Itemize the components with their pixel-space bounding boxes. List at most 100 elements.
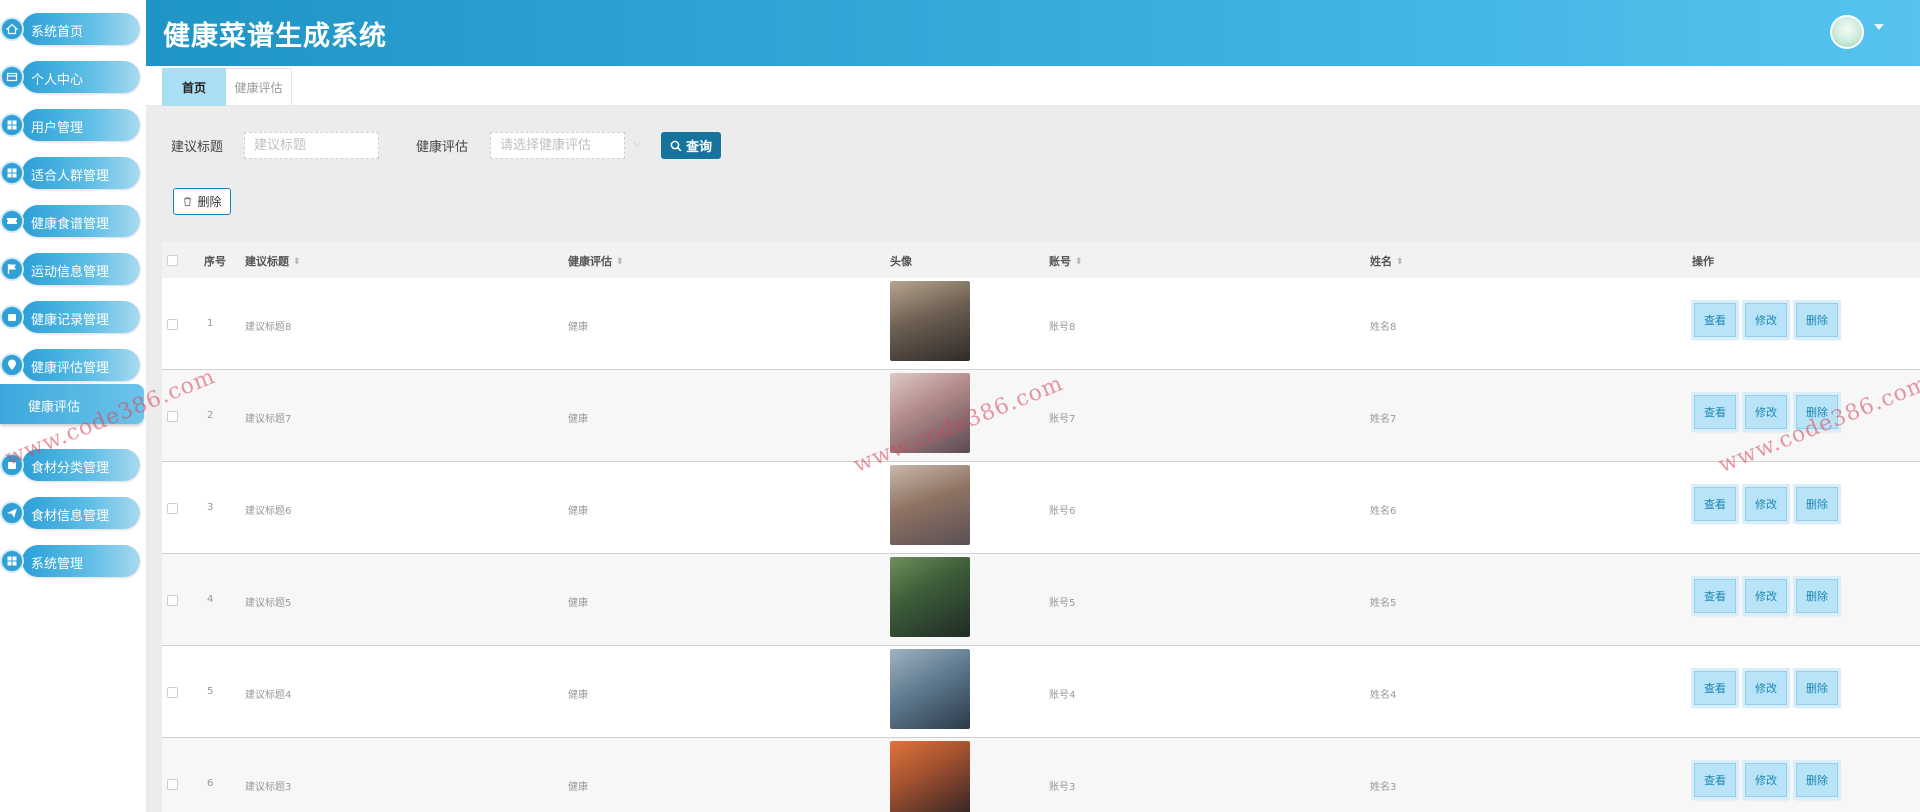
grid-icon [0,113,24,137]
ticket-icon [0,209,24,233]
sidebar-item-users[interactable]: 用户管理 [0,109,140,141]
data-table: 序号 建议标题 ⬍ 健康评估 ⬍ 头像 账号 ⬍ 姓名 ⬍ 操作 1 建议标题8 健康 … [162,242,1920,812]
trash-icon [184,197,192,207]
sort-icon[interactable]: ⬍ [616,257,624,267]
cell-index: 6 [207,778,214,789]
column-header-title-label: 建议标题 [245,255,289,268]
caret-down-icon[interactable] [1874,24,1884,30]
table-row: 6 建议标题3 健康 账号3 姓名3 查看 修改 删除 [162,738,1920,812]
sort-icon[interactable]: ⬍ [1396,257,1404,267]
view-button[interactable]: 查看 [1694,395,1736,429]
edit-button[interactable]: 修改 [1745,487,1787,521]
sidebar-subitem-label: 健康评估 [28,400,81,415]
sidebar-item-label: 食材信息管理 [31,509,110,524]
sidebar-item-ingredient-info[interactable]: 食材信息管理 [0,497,140,529]
chevron-down-icon[interactable]: ⌵ [633,136,641,150]
send-icon [0,501,24,525]
row-checkbox[interactable] [167,687,178,698]
cell-index: 2 [207,410,214,421]
column-header-name-label: 姓名 [1370,255,1392,268]
card-icon [0,65,24,89]
row-checkbox[interactable] [167,319,178,330]
row-checkbox[interactable] [167,411,178,422]
view-button[interactable]: 查看 [1694,763,1736,797]
sidebar-item-exercise-info[interactable]: 运动信息管理 [0,253,140,285]
sidebar-item-suitable-groups[interactable]: 适合人群管理 [0,157,140,189]
avatar-photo [890,557,970,637]
cell-assessment: 健康 [568,322,588,333]
row-checkbox[interactable] [167,503,178,514]
cell-index: 5 [207,686,214,697]
cell-title: 建议标题7 [245,414,292,425]
row-checkbox[interactable] [167,779,178,790]
location-icon [0,353,24,377]
column-header-assessment[interactable]: 健康评估 ⬍ [568,253,624,269]
sidebar-item-health-records[interactable]: 健康记录管理 [0,301,140,333]
view-button[interactable]: 查看 [1694,579,1736,613]
cell-assessment: 健康 [568,506,588,517]
assessment-search-label: 健康评估 [416,140,469,155]
cell-index: 3 [207,502,214,513]
view-button[interactable]: 查看 [1694,303,1736,337]
delete-button[interactable]: 删除 [1796,763,1838,797]
cell-name: 姓名5 [1370,598,1397,609]
sidebar-item-label: 用户管理 [31,121,84,136]
table-header: 序号 建议标题 ⬍ 健康评估 ⬍ 头像 账号 ⬍ 姓名 ⬍ 操作 [162,242,1920,278]
delete-button[interactable]: 删除 [1796,487,1838,521]
sidebar-item-system-management[interactable]: 系统管理 [0,545,140,577]
select-all-checkbox[interactable] [167,255,178,266]
query-button[interactable]: 查询 [661,132,721,159]
edit-button[interactable]: 修改 [1745,303,1787,337]
flag-icon [0,257,24,281]
batch-delete-label: 删除 [197,195,222,209]
sort-icon[interactable]: ⬍ [293,257,301,267]
sidebar-item-health-assessment-mgmt[interactable]: 健康评估管理 [0,349,140,381]
cell-account: 账号7 [1049,414,1076,425]
delete-button[interactable]: 删除 [1796,303,1838,337]
edit-button[interactable]: 修改 [1745,763,1787,797]
view-button[interactable]: 查看 [1694,671,1736,705]
cell-assessment: 健康 [568,414,588,425]
cell-title: 建议标题3 [245,782,292,793]
batch-delete-button[interactable]: 删除 [173,188,231,215]
query-button-label: 查询 [685,140,712,155]
home-icon [0,17,24,41]
row-checkbox[interactable] [167,595,178,606]
cell-assessment: 健康 [568,782,588,793]
tab-home[interactable]: 首页 [162,68,226,106]
edit-button[interactable]: 修改 [1745,671,1787,705]
user-avatar[interactable] [1830,15,1864,49]
tab-health-assessment[interactable]: 健康评估 [226,68,292,106]
column-header-name[interactable]: 姓名 ⬍ [1370,253,1404,269]
delete-button[interactable]: 删除 [1796,579,1838,613]
box-icon [0,305,24,329]
delete-button[interactable]: 删除 [1796,671,1838,705]
avatar-photo [890,741,970,812]
cell-account: 账号3 [1049,782,1076,793]
sidebar-item-home[interactable]: 系统首页 [0,13,140,45]
cell-name: 姓名4 [1370,690,1397,701]
table-row: 3 建议标题6 健康 账号6 姓名6 查看 修改 删除 [162,462,1920,554]
edit-button[interactable]: 修改 [1745,395,1787,429]
view-button[interactable]: 查看 [1694,487,1736,521]
column-header-account[interactable]: 账号 ⬍ [1049,253,1083,269]
top-header: 健康菜谱生成系统 [146,0,1920,66]
column-header-index: 序号 [204,255,226,268]
grid-icon [0,161,24,185]
title-search-input[interactable]: 建议标题 [244,132,379,159]
grid-icon [0,549,24,573]
cell-name: 姓名7 [1370,414,1397,425]
assessment-select[interactable]: 请选择健康评估 [490,132,625,159]
sort-icon[interactable]: ⬍ [1075,257,1083,267]
column-header-title[interactable]: 建议标题 ⬍ [245,253,301,269]
sidebar-item-label: 运动信息管理 [31,265,110,280]
edit-button[interactable]: 修改 [1745,579,1787,613]
cell-index: 4 [207,594,214,605]
cell-title: 建议标题8 [245,322,292,333]
cell-account: 账号4 [1049,690,1076,701]
column-header-account-label: 账号 [1049,255,1071,268]
sidebar-item-personal-center[interactable]: 个人中心 [0,61,140,93]
sidebar-item-healthy-recipes[interactable]: 健康食谱管理 [0,205,140,237]
cell-title: 建议标题6 [245,506,292,517]
table-row: 4 建议标题5 健康 账号5 姓名5 查看 修改 删除 [162,554,1920,646]
